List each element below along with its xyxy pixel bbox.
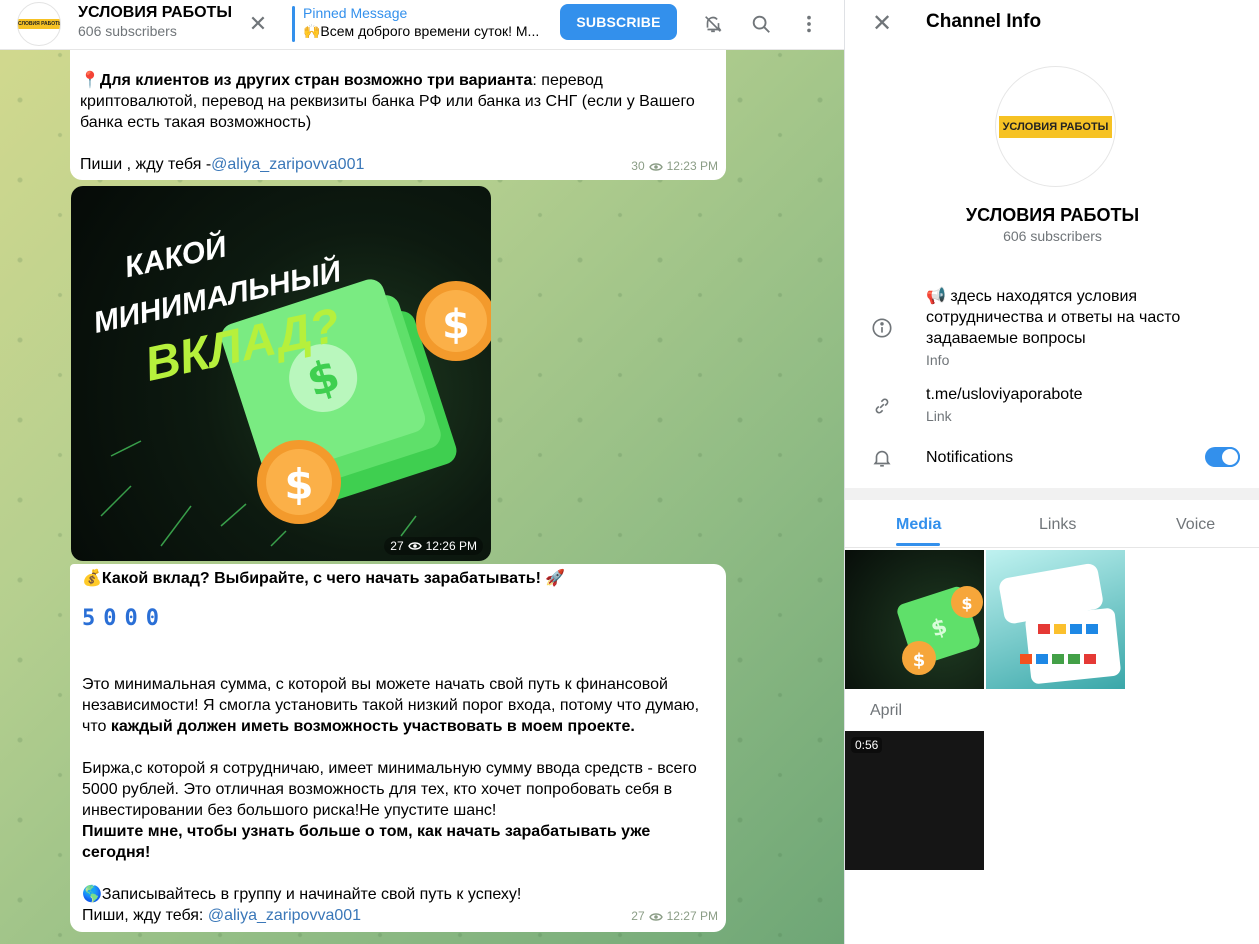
photo-image: $ $ $ КАКОЙ МИНИМАЛЬНЫЙ ВКЛАД? [90, 228, 491, 547]
channel-info-panel: ✕ Channel Info УСЛОВИЯ РАБОТЫ УСЛОВИЯ РА… [844, 0, 1259, 944]
channel-subscribers: 606 subscribers [1003, 228, 1102, 244]
info-icon [870, 316, 894, 340]
eye-icon [407, 542, 422, 550]
pinned-text[interactable]: 🙌Всем доброго времени суток! М... [303, 23, 543, 40]
eye-icon [648, 162, 663, 171]
notifications-label: Notifications [926, 449, 1014, 466]
pinned-label[interactable]: Pinned Message [303, 5, 407, 21]
channel-subscribers: 606 subscribers [78, 23, 177, 39]
link-label: Link [926, 408, 952, 424]
panel-title: Channel Info [926, 11, 1042, 32]
photo-meta: 27 12:26 PM [384, 537, 483, 555]
link-icon [870, 394, 894, 418]
message-time: 12:26 PM [425, 539, 477, 553]
views-count: 30 [631, 159, 645, 173]
tab-voice[interactable]: Voice [1176, 516, 1215, 534]
message-bold-text: Для клиентов из других стран возможно тр… [99, 72, 533, 89]
message-paragraph: Биржа,с которой я сотрудничаю, имеет мин… [82, 758, 712, 863]
avatar-badge-text: УСЛОВИЯ РАБОТЫ [18, 19, 60, 29]
bell-icon [870, 446, 894, 470]
paragraph-text: 🌎Записывайтесь в группу и начинайте свой… [82, 886, 522, 903]
notifications-toggle[interactable] [1205, 447, 1240, 467]
thumb-image [999, 563, 1121, 684]
section-separator [845, 488, 1259, 500]
channel-avatar[interactable]: УСЛОВИЯ РАБОТЫ [17, 2, 61, 46]
message-paragraph: Это минимальная сумма, с которой вы може… [82, 674, 712, 737]
message-meta: 30 12:23 PM [631, 156, 718, 177]
paragraph-bold: Пишите мне, чтобы узнать больше о том, к… [82, 823, 651, 861]
tab-divider [845, 547, 1259, 548]
amount-emoji-digits: 5000 [82, 606, 167, 631]
close-pinned-icon[interactable]: ✕ [244, 10, 272, 38]
message-time: 12:27 PM [666, 909, 718, 923]
eye-icon [648, 912, 663, 921]
svg-text:$: $ [961, 594, 972, 613]
message-paragraph: 🌎Записывайтесь в группу и начинайте свой… [82, 884, 712, 926]
contact-prefix: Пиши , жду тебя - [80, 156, 212, 173]
message-bubble[interactable]: 📍Для клиентов из других стран возможно т… [70, 44, 726, 180]
media-thumb[interactable]: $ $ $ [845, 550, 984, 689]
photo-line1: КАКОЙ [121, 228, 230, 284]
channel-link[interactable]: t.me/usloviyaporabote [926, 384, 1083, 405]
mute-bell-icon[interactable] [697, 8, 729, 40]
message-time: 12:23 PM [666, 159, 718, 173]
search-icon[interactable] [745, 8, 777, 40]
svg-text:$: $ [284, 460, 313, 509]
paragraph-bold: каждый должен иметь возможность участвов… [110, 718, 635, 735]
subscribe-button[interactable]: SUBSCRIBE [560, 4, 677, 40]
chat-header: УСЛОВИЯ РАБОТЫ УСЛОВИЯ РАБОТЫ 606 subscr… [0, 0, 844, 50]
close-panel-icon[interactable]: ✕ [867, 8, 897, 38]
username-link[interactable]: @aliya_zaripovva001 [208, 907, 361, 924]
pin-emoji-icon: 📍 [80, 72, 100, 89]
avatar-badge-text: УСЛОВИЯ РАБОТЫ [998, 115, 1113, 138]
message-headline: 💰Какой вклад? Выбирайте, с чего начать з… [82, 570, 566, 587]
media-thumb-video[interactable]: 0:56 [845, 731, 984, 870]
chat-area: УСЛОВИЯ РАБОТЫ УСЛОВИЯ РАБОТЫ 606 subscr… [0, 0, 844, 944]
video-duration: 0:56 [851, 737, 883, 753]
channel-title[interactable]: УСЛОВИЯ РАБОТЫ [78, 4, 232, 22]
photo-message[interactable]: $ $ $ КАКОЙ МИНИМАЛЬНЫЙ ВКЛАД? 27 12:26 … [71, 186, 491, 561]
media-thumb[interactable] [986, 550, 1125, 689]
views-count: 27 [390, 539, 404, 553]
info-label: Info [926, 352, 950, 368]
pinned-accent-bar [292, 6, 295, 42]
contact-prefix: Пиши, жду тебя: [82, 907, 208, 924]
paragraph-text: Биржа,с которой я сотрудничаю, имеет мин… [82, 760, 697, 819]
more-menu-icon[interactable] [793, 8, 825, 40]
username-link[interactable]: @aliya_zaripovva001 [211, 156, 364, 173]
month-header: April [870, 702, 903, 719]
svg-text:$: $ [442, 302, 470, 348]
message-bubble[interactable]: 💰Какой вклад? Выбирайте, с чего начать з… [70, 564, 726, 932]
channel-name: УСЛОВИЯ РАБОТЫ [965, 205, 1140, 225]
views-count: 27 [631, 909, 645, 923]
message-contact-line: Пиши , жду тебя -@aliya_zaripovva001 [80, 154, 364, 175]
tab-media[interactable]: Media [896, 516, 941, 534]
channel-avatar-large[interactable]: УСЛОВИЯ РАБОТЫ [995, 66, 1116, 187]
svg-text:$: $ [913, 650, 926, 671]
message-text: 📍Для клиентов из других стран возможно т… [80, 70, 720, 133]
active-tab-indicator [896, 543, 940, 546]
message-meta: 27 12:27 PM [631, 906, 718, 927]
channel-description[interactable]: 📢 здесь находятся условия сотрудничества… [926, 286, 1226, 349]
tab-links[interactable]: Links [1039, 516, 1076, 534]
thumb-image: $ $ $ [897, 586, 983, 675]
